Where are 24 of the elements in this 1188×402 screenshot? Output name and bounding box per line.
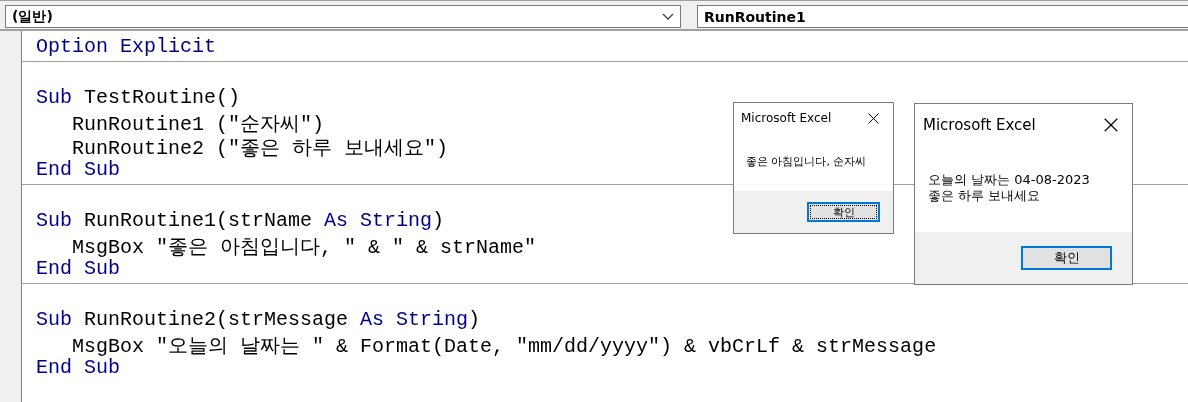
dialog-message: 오늘의 날짜는 04-08-2023 좋은 하루 보내세요 bbox=[928, 172, 1090, 204]
code-line: Sub RunRoutine2(strMessage As String) bbox=[35, 308, 481, 332]
dialog-title: Microsoft Excel bbox=[923, 116, 1036, 134]
object-dropdown[interactable]: (일반) bbox=[5, 5, 681, 28]
code-line: MsgBox "오늘의 날짜는 " & Format(Date, "mm/dd/yyyy") & vbCrLf & strMessage bbox=[71, 334, 937, 356]
dropdown-value: (일반) bbox=[12, 7, 53, 26]
chevron-down-icon bbox=[662, 12, 674, 21]
code-line: Sub TestRoutine() bbox=[35, 86, 241, 110]
close-icon[interactable] bbox=[1104, 118, 1118, 132]
code-line: MsgBox "좋은 아침입니다, " & " & strName" bbox=[71, 235, 537, 257]
dropdown-value: RunRoutine1 bbox=[704, 8, 806, 25]
code-line: RunRoutine1 ("순자씨") bbox=[71, 112, 325, 134]
code-line: End Sub bbox=[35, 158, 120, 182]
dialog-message: 좋은 아침입니다, 순자씨 bbox=[746, 155, 867, 168]
ok-button[interactable]: 확인 bbox=[1021, 246, 1112, 270]
ok-button[interactable]: 확인 bbox=[807, 202, 880, 222]
code-line: Option Explicit bbox=[35, 35, 217, 59]
code-line: End Sub bbox=[35, 257, 120, 281]
procedure-dropdown[interactable]: RunRoutine1 bbox=[697, 5, 1188, 28]
code-line: End Sub bbox=[35, 356, 120, 380]
close-icon[interactable] bbox=[868, 112, 879, 124]
code-line: Sub RunRoutine1(strName As String) bbox=[35, 209, 445, 233]
dialog-title: Microsoft Excel bbox=[741, 111, 832, 125]
code-line: RunRoutine2 ("좋은 하루 보내세요") bbox=[71, 136, 449, 158]
